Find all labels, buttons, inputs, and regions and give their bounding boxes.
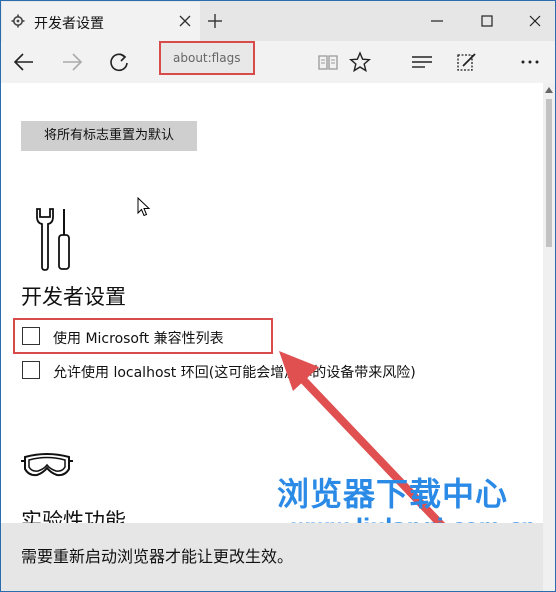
microsoft-compat-list-label[interactable]: 使用 Microsoft 兼容性列表 — [53, 328, 224, 348]
developer-settings-title: 开发者设置 — [21, 285, 126, 309]
pen-note-icon[interactable] — [456, 51, 478, 73]
tools-icon — [36, 208, 70, 271]
tab-title: 开发者设置 — [34, 16, 104, 32]
browser-window: 开发者设置 about:flags 将所有标志重置为默认 开发者设置 使用 Mi… — [0, 0, 556, 592]
back-arrow-icon[interactable] — [13, 51, 35, 73]
localhost-loopback-checkbox[interactable] — [22, 361, 40, 379]
hub-icon[interactable] — [411, 51, 433, 73]
reset-flags-button[interactable]: 将所有标志重置为默认 — [21, 121, 197, 151]
more-icon[interactable] — [519, 51, 541, 73]
title-bar: 开发者设置 — [1, 1, 555, 41]
navigation-bar: about:flags — [1, 41, 555, 83]
goggles-icon — [21, 453, 73, 477]
mouse-cursor-icon — [137, 197, 151, 217]
plus-icon[interactable] — [207, 13, 223, 29]
gear-icon — [11, 14, 25, 28]
watermark-title: 浏览器下载中心 — [277, 475, 509, 513]
refresh-icon[interactable] — [108, 51, 130, 73]
maximize-icon[interactable] — [479, 13, 495, 29]
scroll-up-icon[interactable] — [545, 87, 553, 93]
restart-notification-text: 需要重新启动浏览器才能让更改生效。 — [21, 547, 294, 566]
tab-developer-settings[interactable]: 开发者设置 — [2, 2, 200, 41]
forward-arrow-icon[interactable] — [61, 51, 83, 73]
close-icon[interactable] — [178, 14, 192, 28]
address-text: about:flags — [173, 51, 241, 65]
star-icon[interactable] — [349, 51, 371, 73]
restart-notification-bar: 需要重新启动浏览器才能让更改生效。 — [1, 523, 543, 591]
close-icon[interactable] — [527, 13, 543, 29]
minimize-icon[interactable] — [429, 13, 445, 29]
vertical-scrollbar[interactable] — [543, 83, 555, 591]
book-icon[interactable] — [317, 51, 339, 73]
scroll-thumb[interactable] — [546, 99, 552, 247]
address-bar[interactable]: about:flags — [159, 41, 255, 75]
microsoft-compat-list-checkbox[interactable] — [22, 327, 40, 345]
page-content: 将所有标志重置为默认 开发者设置 使用 Microsoft 兼容性列表 允许使用… — [1, 83, 543, 591]
